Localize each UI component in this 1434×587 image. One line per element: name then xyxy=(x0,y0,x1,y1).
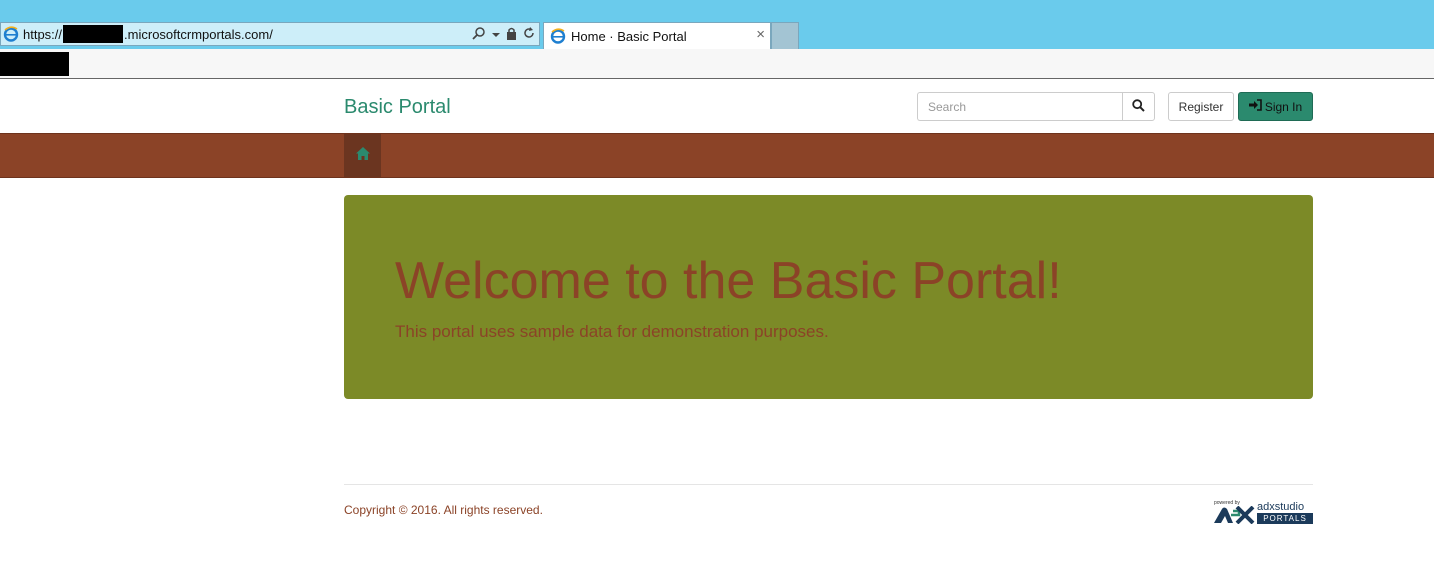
redacted-block xyxy=(0,52,69,76)
search-group xyxy=(917,92,1155,121)
adx-mark-icon xyxy=(1214,506,1255,524)
chevron-down-icon[interactable] xyxy=(492,27,500,43)
sign-in-icon xyxy=(1248,99,1262,114)
refresh-icon[interactable] xyxy=(523,27,535,43)
brand-link[interactable]: Basic Portal xyxy=(344,96,451,119)
adxstudio-logo[interactable]: powered by adxstudio PORTALS xyxy=(1213,500,1313,525)
address-bar[interactable]: https:// .microsoftcrmportals.com/ xyxy=(0,22,540,46)
tab-title: Home · Basic Portal xyxy=(571,28,687,44)
search-icon[interactable] xyxy=(472,26,486,44)
search-button[interactable] xyxy=(1122,92,1155,121)
sign-in-button[interactable]: Sign In xyxy=(1238,92,1313,121)
site-header: Basic Portal Register Sign In xyxy=(0,80,1434,133)
url-prefix: https:// xyxy=(23,26,63,42)
nav-home-link[interactable] xyxy=(344,134,381,177)
sign-in-label: Sign In xyxy=(1264,99,1303,114)
url-suffix: .microsoftcrmportals.com/ xyxy=(124,26,273,42)
close-icon[interactable]: × xyxy=(756,27,765,43)
command-bar xyxy=(0,49,1434,79)
logo-wordmark: adxstudio xyxy=(1257,501,1305,513)
footer-divider xyxy=(344,484,1313,485)
main-navbar xyxy=(0,133,1434,178)
ie-icon xyxy=(550,28,566,44)
search-icon xyxy=(1132,98,1145,115)
new-tab-button[interactable] xyxy=(771,22,799,49)
welcome-jumbotron: Welcome to the Basic Portal! This portal… xyxy=(344,195,1313,399)
url-redaction xyxy=(63,25,124,43)
search-input[interactable] xyxy=(917,92,1122,121)
register-button[interactable]: Register xyxy=(1168,92,1234,121)
page-subtitle: This portal uses sample data for demonst… xyxy=(395,322,829,341)
lock-icon[interactable] xyxy=(506,27,517,44)
ie-icon xyxy=(3,26,19,42)
logo-portals-text: PORTALS xyxy=(1257,513,1313,524)
copyright-text: Copyright © 2016. All rights reserved. xyxy=(344,503,543,517)
page-title: Welcome to the Basic Portal! xyxy=(395,252,1062,310)
url-text[interactable]: https:// .microsoftcrmportals.com/ xyxy=(23,25,273,43)
browser-tab-home[interactable]: Home · Basic Portal × xyxy=(543,22,771,49)
home-icon xyxy=(355,146,370,165)
